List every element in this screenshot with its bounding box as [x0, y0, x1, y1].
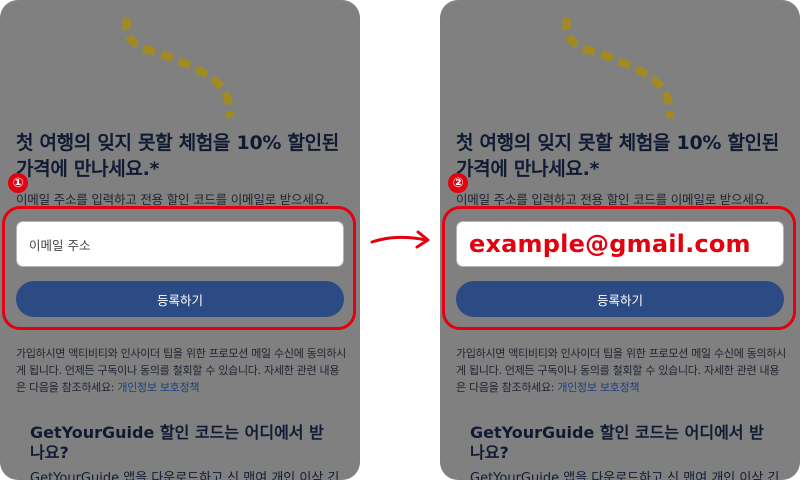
promo-headline: 첫 여행의 잊지 못할 체험을 10% 할인된 가격에 만나세요.*	[456, 132, 779, 180]
promo-headline: 첫 여행의 잊지 못할 체험을 10% 할인된 가격에 만나세요.*	[16, 132, 339, 180]
dashed-squiggle-decoration	[122, 16, 235, 119]
dashed-squiggle-decoration	[562, 16, 675, 119]
legal-notice: 가입하시면 액티비티와 인사이더 팁을 위한 프로모션 메일 수신에 동의하시게…	[456, 345, 786, 396]
faq-heading: GetYourGuide 할인 코드는 어디에서 받나요?	[30, 423, 324, 462]
faq-heading: GetYourGuide 할인 코드는 어디에서 받나요?	[470, 423, 764, 462]
panel-step-2: 첫 여행의 잊지 못할 체험을 10% 할인된 가격에 만나세요.* 이메일 주…	[440, 0, 800, 480]
privacy-policy-link[interactable]: 개인정보 보호정책	[117, 381, 199, 394]
step-number-badge: ②	[448, 173, 468, 193]
annotation-highlight-box	[2, 206, 356, 330]
curved-arrow-right-icon	[370, 230, 430, 249]
annotation-highlight-box	[442, 206, 796, 330]
privacy-policy-link[interactable]: 개인정보 보호정책	[557, 381, 639, 394]
step-number-badge: ①	[8, 173, 28, 193]
faq-text: GetYourGuide 앱을 다운로드하고 신 맨여 개인 이삭 긴	[30, 471, 340, 480]
faq-text: GetYourGuide 앱을 다운로드하고 신 맨여 개인 이삭 긴	[470, 471, 780, 480]
panel-step-1: 첫 여행의 잊지 못할 체험을 10% 할인된 가격에 만나세요.* 이메일 주…	[0, 0, 360, 480]
legal-notice: 가입하시면 액티비티와 인사이더 팁을 위한 프로모션 메일 수신에 동의하시게…	[16, 345, 346, 396]
